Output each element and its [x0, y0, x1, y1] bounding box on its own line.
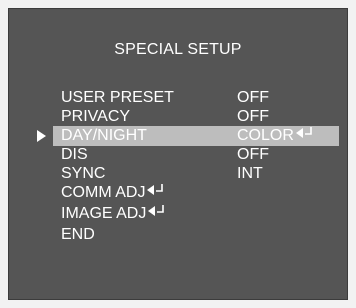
enter-arrow-icon: [147, 184, 165, 196]
menu-item-label-group: IMAGE ADJ: [61, 204, 166, 223]
menu-item-value-group: COLOR: [237, 126, 314, 145]
menu-item-value: OFF: [237, 146, 269, 163]
menu-item-dis[interactable]: DIS OFF: [9, 145, 347, 164]
menu-item-label: SYNC: [61, 165, 106, 182]
menu-item-sync[interactable]: SYNC INT: [9, 164, 347, 183]
menu-item-image-adj[interactable]: IMAGE ADJ: [9, 204, 347, 223]
menu-item-day-night[interactable]: DAY/NIGHT COLOR: [9, 126, 347, 146]
menu-item-label: USER PRESET: [61, 89, 174, 106]
menu-item-label-group: COMM ADJ: [61, 183, 165, 202]
enter-arrow-icon: [295, 127, 314, 139]
menu-item-user-preset[interactable]: USER PRESET OFF: [9, 88, 347, 107]
menu-item-value: OFF: [237, 89, 269, 106]
menu-item-value: INT: [237, 165, 263, 182]
menu-item-label: IMAGE ADJ: [61, 205, 147, 222]
enter-arrow-icon: [148, 205, 166, 217]
menu-item-label: DIS: [61, 146, 88, 163]
menu-item-privacy[interactable]: PRIVACY OFF: [9, 107, 347, 126]
menu-item-value: COLOR: [237, 127, 294, 144]
menu-item-comm-adj[interactable]: COMM ADJ: [9, 183, 347, 202]
menu-item-label: END: [61, 226, 95, 243]
menu-item-end[interactable]: END: [9, 225, 347, 244]
menu-item-label: PRIVACY: [61, 108, 131, 125]
menu-item-value: OFF: [237, 108, 269, 125]
menu-title: SPECIAL SETUP: [114, 41, 242, 58]
menu-item-label: DAY/NIGHT: [61, 127, 147, 144]
osd-menu-frame: SPECIAL SETUP USER PRESET OFF PRIVACY OF…: [8, 8, 348, 300]
right-triangle-icon: [37, 130, 46, 142]
menu-item-label: COMM ADJ: [61, 184, 146, 201]
